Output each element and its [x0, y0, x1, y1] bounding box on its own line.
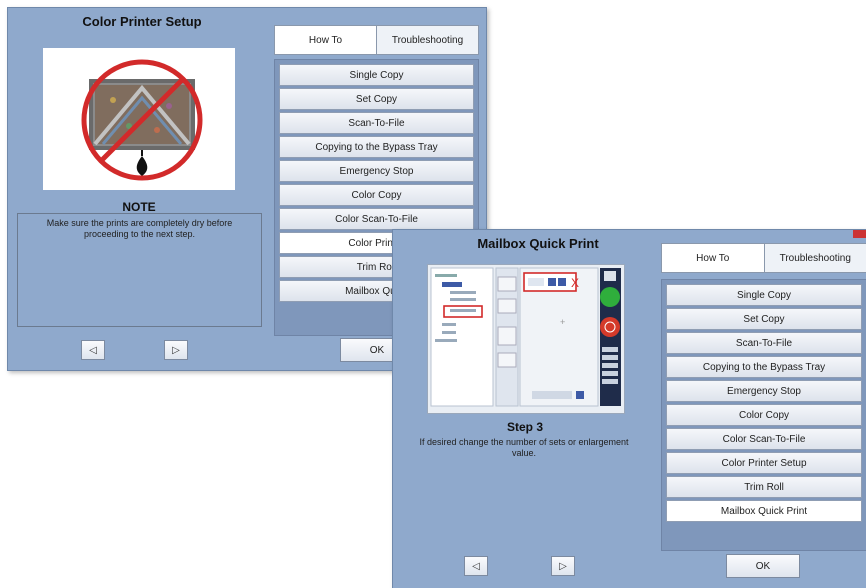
- next-button[interactable]: ▷: [551, 556, 575, 576]
- list-item-color-copy[interactable]: Color Copy: [279, 184, 474, 206]
- tab-how-to[interactable]: How To: [275, 26, 377, 54]
- topic-list: Single Copy Set Copy Scan-To-File Copyin…: [661, 279, 866, 551]
- step-heading: Step 3: [427, 420, 623, 434]
- prev-button[interactable]: ◁: [81, 340, 105, 360]
- list-item-mailbox-quick-print[interactable]: Mailbox Quick Print: [666, 500, 862, 522]
- list-item-color-scan-to-file[interactable]: Color Scan-To-File: [279, 208, 474, 230]
- instruction-image: [43, 48, 235, 190]
- list-item-emergency-stop[interactable]: Emergency Stop: [666, 380, 862, 402]
- tab-how-to[interactable]: How To: [662, 244, 765, 272]
- close-icon[interactable]: [853, 230, 866, 238]
- step-heading: NOTE: [8, 200, 270, 214]
- list-item-scan-to-file[interactable]: Scan-To-File: [666, 332, 862, 354]
- triangle-left-icon: ◁: [472, 561, 480, 572]
- tab-bar: How To Troubleshooting: [661, 243, 866, 273]
- instruction-text: If desired change the number of sets or …: [413, 437, 635, 459]
- list-item-single-copy[interactable]: Single Copy: [666, 284, 862, 306]
- list-item-color-copy[interactable]: Color Copy: [666, 404, 862, 426]
- tab-troubleshooting[interactable]: Troubleshooting: [765, 244, 866, 272]
- list-item-bypass-tray[interactable]: Copying to the Bypass Tray: [279, 136, 474, 158]
- list-item-single-copy[interactable]: Single Copy: [279, 64, 474, 86]
- list-item-bypass-tray[interactable]: Copying to the Bypass Tray: [666, 356, 862, 378]
- instruction-image: X +: [427, 264, 625, 414]
- instruction-box: Make sure the prints are completely dry …: [17, 213, 262, 327]
- ok-button[interactable]: OK: [726, 554, 800, 578]
- list-item-set-copy[interactable]: Set Copy: [279, 88, 474, 110]
- list-item-color-printer-setup[interactable]: Color Printer Setup: [666, 452, 862, 474]
- instruction-text: Make sure the prints are completely dry …: [24, 218, 255, 240]
- list-item-set-copy[interactable]: Set Copy: [666, 308, 862, 330]
- prev-button[interactable]: ◁: [464, 556, 488, 576]
- list-item-emergency-stop[interactable]: Emergency Stop: [279, 160, 474, 182]
- triangle-left-icon: ◁: [89, 345, 97, 356]
- control-panel-screenshot: X +: [428, 265, 624, 413]
- svg-text:X: X: [571, 276, 579, 290]
- no-wet-print-illustration: [43, 48, 235, 190]
- window-title: Mailbox Quick Print: [423, 236, 653, 251]
- list-item-scan-to-file[interactable]: Scan-To-File: [279, 112, 474, 134]
- tab-bar: How To Troubleshooting: [274, 25, 479, 55]
- list-item-trim-roll[interactable]: Trim Roll: [666, 476, 862, 498]
- mailbox-quick-print-window: Mailbox Quick Print X +: [392, 229, 866, 588]
- svg-text:+: +: [560, 317, 565, 327]
- triangle-right-icon: ▷: [559, 561, 567, 572]
- tab-troubleshooting[interactable]: Troubleshooting: [377, 26, 478, 54]
- triangle-right-icon: ▷: [172, 345, 180, 356]
- window-title: Color Printer Setup: [8, 14, 276, 29]
- next-button[interactable]: ▷: [164, 340, 188, 360]
- list-item-color-scan-to-file[interactable]: Color Scan-To-File: [666, 428, 862, 450]
